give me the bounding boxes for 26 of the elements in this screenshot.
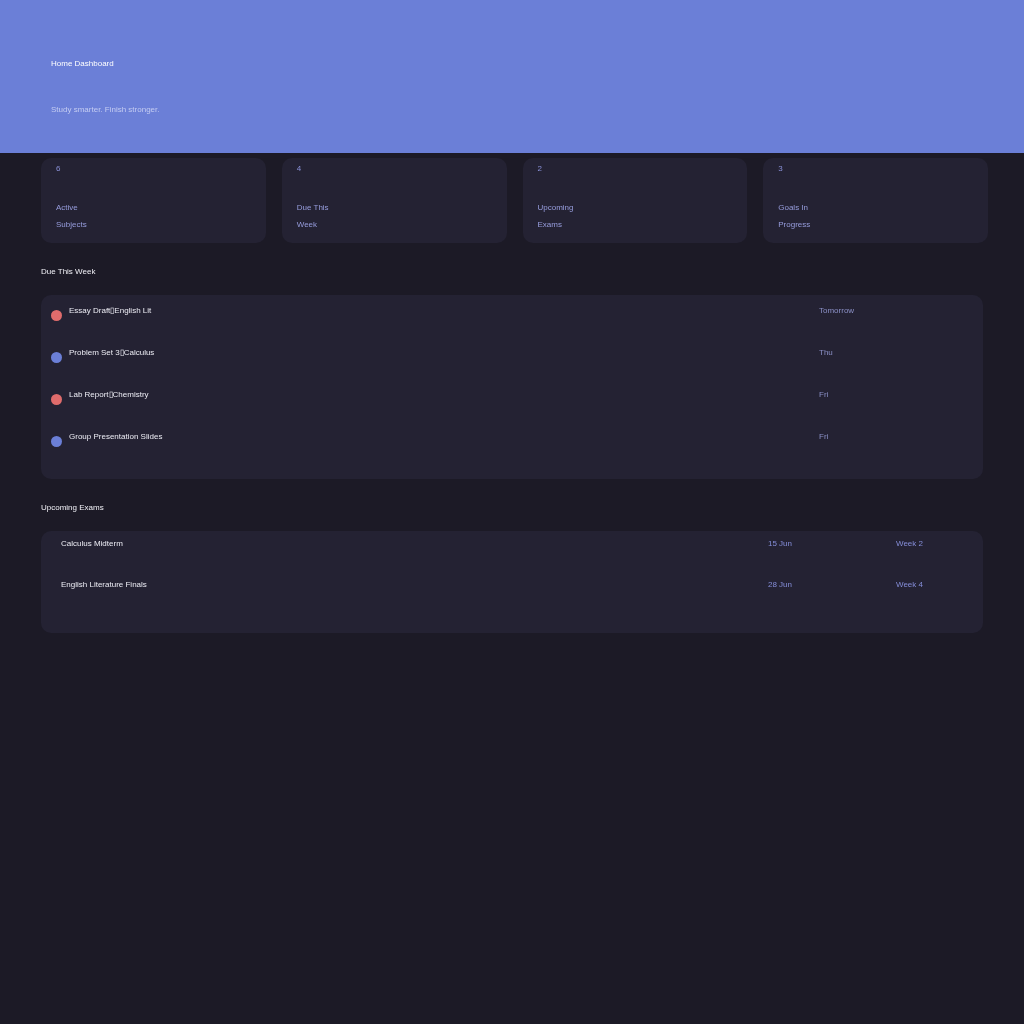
section-heading: Upcoming Exams [41,503,104,513]
due-date: Fri [819,432,829,442]
stat-value: 2 [537,164,542,174]
stat-value: 3 [778,164,783,174]
task-title: Lab Report▯Chemistry [69,390,149,400]
stat-label: Goals In Progress [778,202,812,231]
page-subtitle: Study smarter. Finish stronger. [51,105,160,115]
exam-name: Calculus Midterm [61,539,123,549]
stat-label: Active Subjects [56,202,88,231]
due-date: Thu [819,348,833,358]
stat-label: Upcoming Exams [537,202,575,231]
exam-name: English Literature Finals [61,580,147,590]
task-title: Problem Set 3▯Calculus [69,348,155,358]
exam-date: 28 Jun [768,580,793,590]
exam-date: 15 Jun [768,539,793,549]
section-heading: Due This Week [41,267,96,277]
task-title: Group Presentation Slides [69,432,163,442]
task-title: Essay Draft▯English Lit [69,306,152,316]
due-date: Tomorrow [819,306,855,316]
due-date: Fri [819,390,829,400]
exam-week: Week 2 [896,539,923,549]
stat-value: 4 [296,164,302,174]
page-title: Home Dashboard [51,59,114,69]
exam-week: Week 4 [896,580,923,590]
stat-value: 6 [56,164,61,174]
stat-label: Due This Week [296,202,330,231]
